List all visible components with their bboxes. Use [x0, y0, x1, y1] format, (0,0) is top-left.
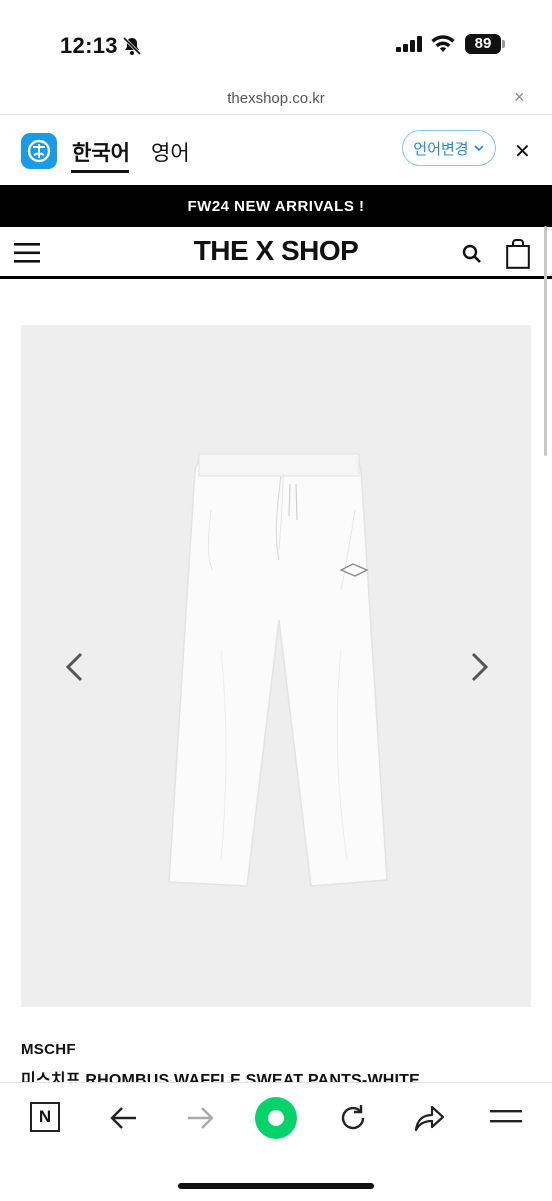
translate-app-icon	[21, 133, 57, 169]
next-image-arrow-icon[interactable]	[469, 651, 491, 688]
green-dot-inner	[268, 1110, 284, 1126]
change-language-button[interactable]: 언어변경	[402, 130, 496, 166]
product-image-gallery[interactable]	[21, 325, 531, 1007]
product-image	[161, 450, 393, 905]
back-arrow-icon[interactable]	[108, 1105, 138, 1136]
naver-home-icon[interactable]: N	[30, 1102, 60, 1132]
active-tab-underline	[71, 170, 129, 173]
change-language-label: 언어변경	[413, 140, 469, 158]
search-icon[interactable]	[462, 244, 482, 269]
url-close-icon[interactable]: ×	[514, 87, 525, 108]
status-bar: 12:13 89	[0, 0, 552, 86]
menu-lines-icon[interactable]	[490, 1107, 522, 1132]
browser-toolbar: N	[0, 1082, 552, 1201]
battery-indicator: 89	[465, 34, 501, 54]
product-brand[interactable]: MSCHF	[21, 1041, 76, 1058]
forward-arrow-icon[interactable]	[186, 1105, 216, 1136]
translate-bar: 한국어 영어 언어변경 ✕	[0, 115, 552, 183]
home-indicator[interactable]	[178, 1183, 374, 1189]
status-time: 12:13	[60, 33, 118, 58]
reload-icon[interactable]	[337, 1102, 369, 1139]
shopping-bag-icon[interactable]	[506, 239, 530, 274]
language-tab-korean[interactable]: 한국어	[72, 137, 130, 167]
url-bar[interactable]: thexshop.co.kr ×	[0, 84, 552, 115]
announcement-banner[interactable]: FW24 NEW ARRIVALS !	[0, 185, 552, 227]
wifi-icon	[430, 34, 456, 59]
url-text[interactable]: thexshop.co.kr	[0, 90, 552, 107]
share-icon[interactable]	[414, 1104, 446, 1137]
language-tab-english[interactable]: 영어	[151, 137, 190, 167]
site-header: THE X SHOP	[0, 227, 552, 279]
bell-muted-icon	[122, 36, 142, 61]
battery-nub	[502, 40, 505, 48]
close-translate-icon[interactable]: ✕	[514, 139, 531, 164]
green-dot-home-button[interactable]	[255, 1097, 297, 1139]
chevron-down-icon	[474, 145, 484, 152]
previous-image-arrow-icon[interactable]	[63, 651, 85, 688]
cellular-signal-icon	[396, 36, 424, 57]
scrollbar[interactable]	[544, 226, 547, 456]
